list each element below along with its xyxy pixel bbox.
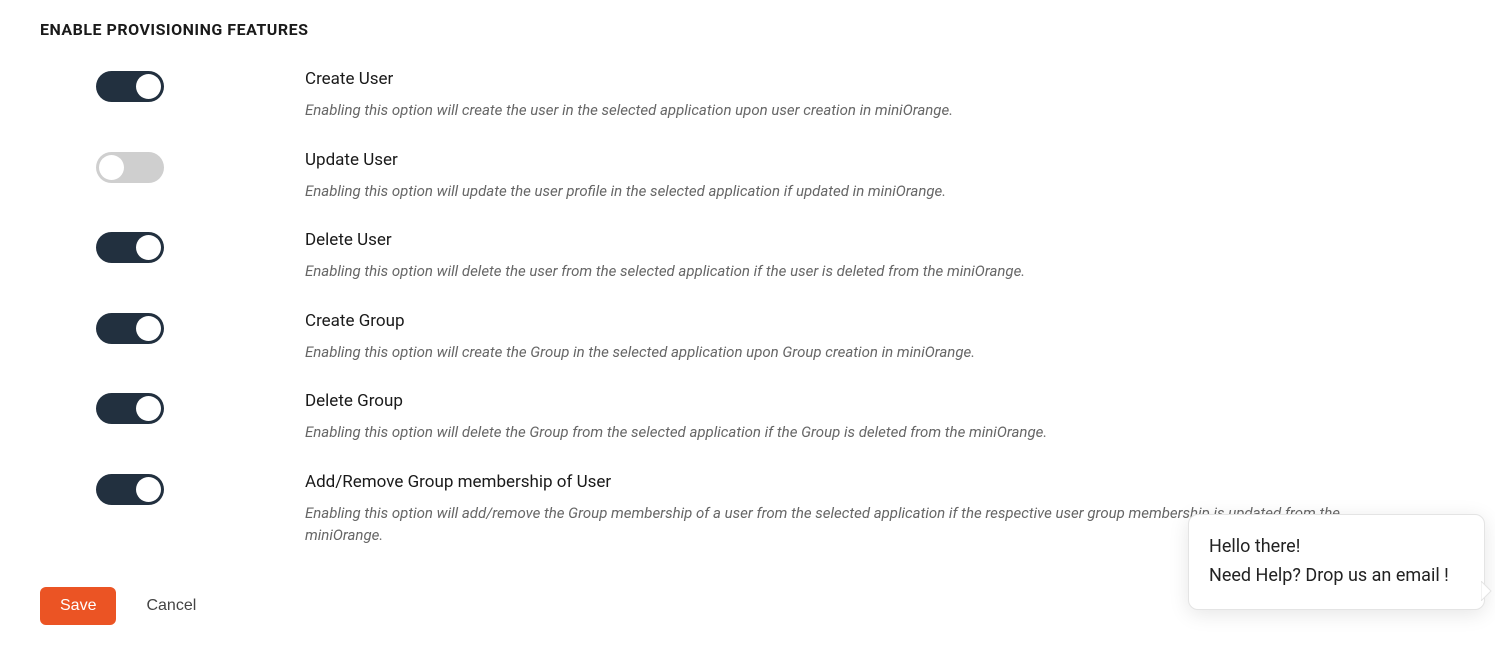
toggle-update-user[interactable] xyxy=(96,152,164,183)
save-button[interactable]: Save xyxy=(40,587,116,625)
chat-arrow-icon xyxy=(1481,581,1493,601)
feature-desc-create-group: Enabling this option will create the Gro… xyxy=(305,341,1415,364)
feature-desc-delete-group: Enabling this option will delete the Gro… xyxy=(305,421,1415,444)
cancel-button[interactable]: Cancel xyxy=(140,596,202,616)
feature-title-delete-user: Delete User xyxy=(305,230,1455,250)
feature-title-create-user: Create User xyxy=(305,69,1455,89)
section-title: ENABLE PROVISIONING FEATURES xyxy=(40,20,1455,39)
chat-popup[interactable]: Hello there! Need Help? Drop us an email… xyxy=(1188,514,1485,610)
feature-title-update-user: Update User xyxy=(305,150,1455,170)
feature-row-delete-user: Delete User Enabling this option will de… xyxy=(40,230,1455,283)
chat-line-1: Hello there! xyxy=(1209,533,1464,562)
feature-row-create-user: Create User Enabling this option will cr… xyxy=(40,69,1455,122)
toggle-create-user[interactable] xyxy=(96,71,164,102)
toggle-delete-group[interactable] xyxy=(96,393,164,424)
feature-desc-update-user: Enabling this option will update the use… xyxy=(305,180,1415,203)
feature-title-create-group: Create Group xyxy=(305,311,1455,331)
feature-title-delete-group: Delete Group xyxy=(305,391,1455,411)
features-list: Create User Enabling this option will cr… xyxy=(40,69,1455,547)
feature-row-create-group: Create Group Enabling this option will c… xyxy=(40,311,1455,364)
feature-desc-create-user: Enabling this option will create the use… xyxy=(305,99,1415,122)
feature-desc-delete-user: Enabling this option will delete the use… xyxy=(305,260,1415,283)
toggle-create-group[interactable] xyxy=(96,313,164,344)
chat-line-2: Need Help? Drop us an email ! xyxy=(1209,562,1464,591)
feature-title-group-membership: Add/Remove Group membership of User xyxy=(305,472,1455,492)
toggle-delete-user[interactable] xyxy=(96,232,164,263)
feature-row-update-user: Update User Enabling this option will up… xyxy=(40,150,1455,203)
toggle-group-membership[interactable] xyxy=(96,474,164,505)
feature-row-delete-group: Delete Group Enabling this option will d… xyxy=(40,391,1455,444)
